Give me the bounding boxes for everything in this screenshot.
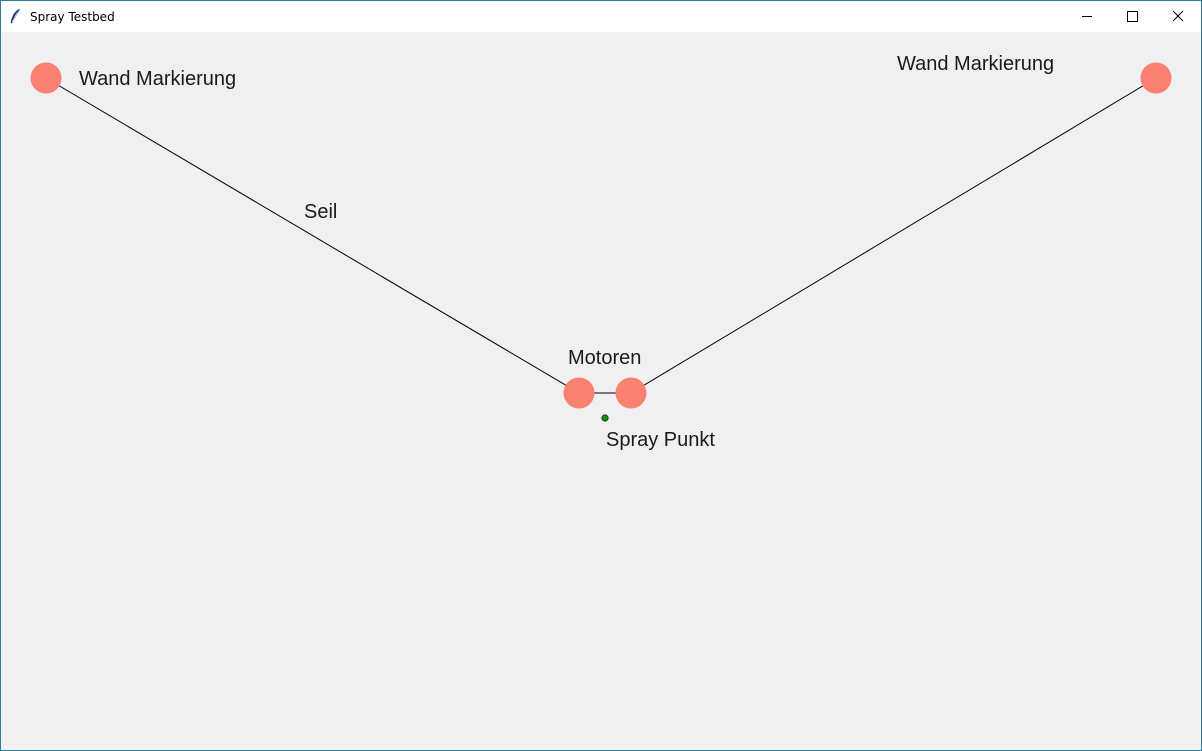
drawing-canvas[interactable]: Wand Markierung Wand Markierung Seil Mot… [1,32,1201,750]
motor-left[interactable] [563,377,595,409]
rope-left [45,77,580,394]
rope-label: Seil [304,201,337,223]
motors-label: Motoren [568,347,641,369]
wall-marker-left-label: Wand Markierung [79,68,236,90]
spray-point[interactable] [601,414,609,422]
maximize-button[interactable] [1110,1,1156,32]
close-button[interactable] [1155,1,1201,32]
minimize-icon [1082,16,1092,17]
motor-right[interactable] [615,377,647,409]
app-window: Spray Testbed Wand Markierung Wand Marki… [0,0,1202,751]
rope-right [630,77,1157,394]
spray-point-label: Spray Punkt [606,429,715,451]
canvas-drawing: Wand Markierung Wand Markierung Seil Mot… [30,53,1172,451]
minimize-button[interactable] [1064,1,1110,32]
wall-marker-left[interactable] [30,62,62,94]
maximize-icon [1127,11,1138,22]
window-title: Spray Testbed [30,10,115,24]
wall-marker-right-label: Wand Markierung [897,53,1054,75]
wall-marker-right[interactable] [1140,62,1172,94]
title-bar[interactable]: Spray Testbed [1,1,1201,32]
feather-icon [10,8,21,24]
close-icon [1172,10,1184,22]
